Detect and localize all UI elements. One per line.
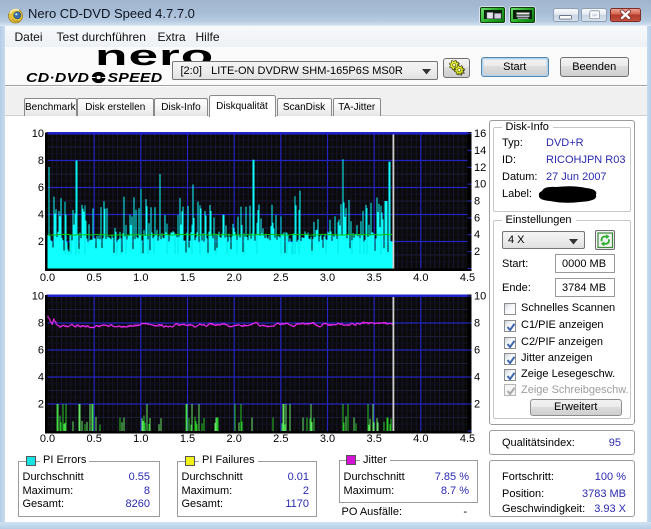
svg-text:2.5: 2.5: [273, 433, 288, 445]
svg-text:16: 16: [474, 128, 486, 140]
svg-text:3.5: 3.5: [367, 433, 382, 445]
svg-text:8: 8: [474, 196, 480, 208]
svg-text:6: 6: [474, 212, 480, 224]
svg-text:4.5: 4.5: [460, 272, 475, 284]
svg-text:8: 8: [474, 318, 480, 330]
svg-text:6: 6: [474, 345, 480, 357]
svg-text:6: 6: [38, 182, 44, 194]
svg-text:1.0: 1.0: [133, 272, 148, 284]
svg-text:14: 14: [474, 145, 486, 157]
svg-text:0.5: 0.5: [87, 272, 102, 284]
svg-text:3.5: 3.5: [367, 272, 382, 284]
svg-text:4: 4: [38, 372, 44, 384]
svg-text:4: 4: [38, 209, 44, 221]
svg-text:2.5: 2.5: [273, 272, 288, 284]
svg-text:4: 4: [474, 372, 480, 384]
svg-text:4: 4: [474, 229, 480, 241]
svg-text:8: 8: [38, 318, 44, 330]
svg-text:10: 10: [32, 291, 44, 303]
svg-text:1.5: 1.5: [180, 433, 195, 445]
svg-text:10: 10: [474, 291, 486, 303]
svg-text:8: 8: [38, 155, 44, 167]
svg-text:1.5: 1.5: [180, 272, 195, 284]
svg-text:10: 10: [474, 179, 486, 191]
svg-text:0.0: 0.0: [40, 272, 55, 284]
svg-text:3.0: 3.0: [320, 433, 335, 445]
svg-text:4.5: 4.5: [460, 433, 475, 445]
svg-text:2: 2: [38, 399, 44, 411]
svg-text:2: 2: [474, 246, 480, 258]
svg-text:6: 6: [38, 345, 44, 357]
svg-text:2: 2: [474, 399, 480, 411]
svg-text:4.0: 4.0: [413, 433, 428, 445]
svg-text:12: 12: [474, 162, 486, 174]
svg-text:2: 2: [38, 236, 44, 248]
svg-text:0.0: 0.0: [40, 433, 55, 445]
svg-text:3.0: 3.0: [320, 272, 335, 284]
svg-text:0.5: 0.5: [87, 433, 102, 445]
svg-text:4.0: 4.0: [413, 272, 428, 284]
svg-text:2.0: 2.0: [227, 433, 242, 445]
svg-text:10: 10: [32, 128, 44, 140]
svg-text:2.0: 2.0: [227, 272, 242, 284]
svg-text:1.0: 1.0: [133, 433, 148, 445]
